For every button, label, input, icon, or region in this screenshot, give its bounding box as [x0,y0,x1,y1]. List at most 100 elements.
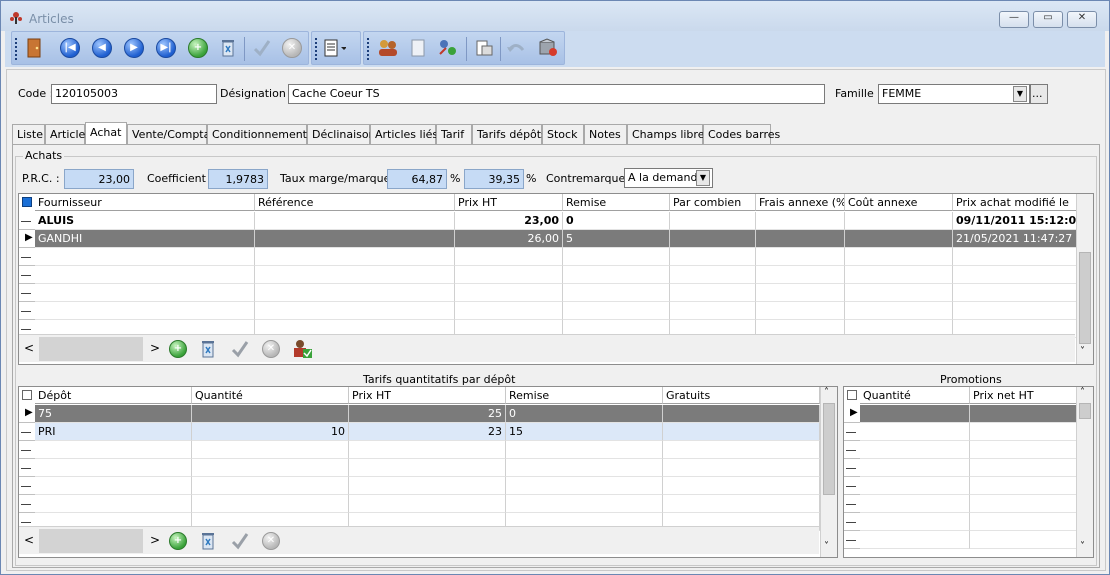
table-cell[interactable] [845,212,953,230]
column-header[interactable]: Prix achat modifié le [953,194,1083,211]
table-cell[interactable] [563,284,670,302]
table-cell[interactable] [192,459,349,477]
table-cell[interactable] [970,459,1078,477]
tab-conditionnement[interactable]: Conditionnement [207,124,307,144]
table-cell[interactable] [663,495,820,513]
table-cell[interactable] [255,212,455,230]
close-button[interactable]: ✕ [1067,11,1097,28]
table-cell[interactable] [506,459,663,477]
table-cell[interactable] [953,302,1083,320]
tab-notes[interactable]: Notes [584,124,627,144]
nav-scroll-track[interactable] [39,337,143,361]
table-cell[interactable]: 26,00 [455,230,563,248]
table-cell[interactable] [35,477,192,495]
undo-arrow-icon[interactable] [504,36,528,60]
table-cell[interactable] [663,477,820,495]
table-cell[interactable] [860,459,970,477]
table-cell[interactable] [192,441,349,459]
table-cell[interactable]: 23,00 [455,212,563,230]
nav-right-icon[interactable]: > [150,533,160,547]
table-cell[interactable] [845,284,953,302]
delete-trash-icon[interactable] [216,36,240,60]
table-cell[interactable] [255,248,455,266]
row-indicator[interactable] [19,495,35,513]
tarifs-depot-scrollbar[interactable]: ˄ ˅ [820,387,837,557]
table-cell[interactable] [860,513,970,531]
validate-row-icon[interactable] [228,338,252,360]
table-cell[interactable] [845,230,953,248]
table-cell[interactable] [255,230,455,248]
previous-record-button[interactable]: ◀ [90,36,114,60]
table-cell[interactable] [349,441,506,459]
nav-left-icon[interactable]: < [24,533,34,547]
column-header[interactable]: Dépôt [35,387,192,404]
row-indicator[interactable] [844,495,860,513]
table-cell[interactable] [192,477,349,495]
row-indicator[interactable] [844,423,860,441]
validate-row-icon[interactable] [228,530,252,552]
next-record-button[interactable]: ▶ [122,36,146,60]
column-header[interactable]: Gratuits [663,387,820,404]
table-cell[interactable] [255,302,455,320]
nav-right-icon[interactable]: > [150,341,160,355]
table-cell[interactable] [349,459,506,477]
scroll-down-icon[interactable]: ˅ [824,541,829,552]
table-cell[interactable] [953,266,1083,284]
column-header[interactable]: Par combien [670,194,756,211]
toolbar-grip[interactable] [15,38,18,60]
column-header[interactable]: Quantité [192,387,349,404]
tab-articles-liés[interactable]: Articles liés [370,124,438,144]
tab-liste[interactable]: Liste [12,124,45,144]
tab-achat[interactable]: Achat [85,122,127,145]
add-record-button[interactable]: + [186,36,210,60]
nav-left-icon[interactable]: < [24,341,34,355]
table-cell[interactable] [255,266,455,284]
table-cell[interactable] [35,441,192,459]
tab-champs-libres[interactable]: Champs libres [627,124,710,144]
famille-browse-button[interactable]: ... [1030,84,1048,104]
chevron-down-icon[interactable]: ▼ [1013,86,1027,102]
table-cell[interactable] [35,302,255,320]
row-indicator[interactable] [19,459,35,477]
exit-door-icon[interactable] [22,36,46,60]
table-cell[interactable] [663,423,820,441]
chevron-down-icon[interactable]: ▼ [696,170,710,186]
row-indicator[interactable] [19,266,35,284]
scroll-thumb[interactable] [823,403,835,495]
select-all-checkbox[interactable] [22,197,32,207]
print-preview-icon[interactable] [472,36,496,60]
table-cell[interactable] [563,248,670,266]
table-cell[interactable] [563,302,670,320]
table-cell[interactable] [35,284,255,302]
table-cell[interactable]: 09/11/2011 15:12:01 [953,212,1083,230]
select-all-checkbox[interactable] [847,390,857,400]
first-record-button[interactable]: |◀ [58,36,82,60]
table-cell[interactable]: 0 [563,212,670,230]
table-cell[interactable] [860,477,970,495]
table-cell[interactable] [670,302,756,320]
table-cell[interactable] [756,248,845,266]
add-row-button[interactable]: + [166,338,190,360]
table-cell[interactable] [192,405,349,423]
row-indicator[interactable] [844,513,860,531]
row-indicator[interactable]: ▶ [19,405,35,423]
table-cell[interactable] [455,248,563,266]
table-cell[interactable] [970,423,1078,441]
promotions-scrollbar[interactable]: ˄ ˅ [1076,387,1093,557]
table-cell[interactable] [455,266,563,284]
cancel-row-button[interactable]: ✕ [259,530,283,552]
column-header[interactable]: Prix HT [455,194,563,211]
table-cell[interactable] [663,405,820,423]
tab-article[interactable]: Article [45,124,85,144]
prc-value[interactable]: 23,00 [64,169,134,189]
table-cell[interactable] [670,266,756,284]
scroll-thumb[interactable] [1079,252,1091,344]
tab-stock[interactable]: Stock [542,124,584,144]
table-cell[interactable] [860,531,970,549]
taux-marge-value[interactable]: 64,87 [387,169,447,189]
table-cell[interactable] [35,495,192,513]
scroll-up-icon[interactable]: ˄ [824,387,829,398]
column-header[interactable]: Quantité [860,387,970,404]
column-header[interactable]: Remise [563,194,670,211]
table-cell[interactable] [670,212,756,230]
